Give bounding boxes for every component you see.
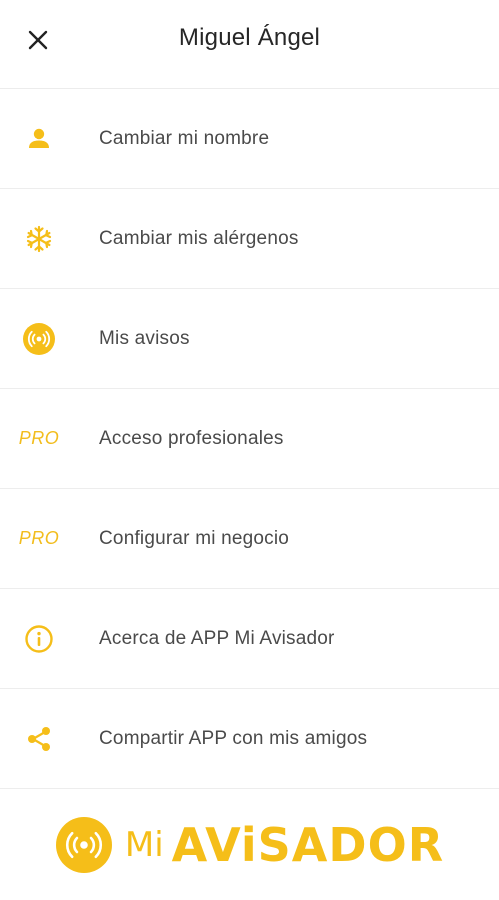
menu-item-share[interactable]: Compartir APP con mis amigos <box>0 689 499 789</box>
broadcast-logo-icon <box>55 817 112 873</box>
person-icon <box>18 119 60 159</box>
menu-item-label: Configurar mi negocio <box>99 527 290 549</box>
menu-item-label: Acerca de APP Mi Avisador <box>99 627 335 649</box>
broadcast-icon <box>18 319 60 359</box>
info-icon <box>18 619 60 659</box>
pro-badge-icon: PRO <box>18 528 60 548</box>
menu-item-configure-business[interactable]: PRO Configurar mi negocio <box>0 489 499 589</box>
menu-item-my-alerts[interactable]: Mis avisos <box>0 289 499 389</box>
menu-item-label: Cambiar mis alérgenos <box>99 227 299 249</box>
brand-logo-area: Mi AViSADOR <box>0 790 499 900</box>
top-bar: Miguel Ángel <box>0 0 499 89</box>
menu-item-change-name[interactable]: Cambiar mi nombre <box>0 89 499 189</box>
logo-name-text: AViSADOR <box>171 818 445 872</box>
pro-badge-icon: PRO <box>18 428 60 448</box>
menu-item-label: Mis avisos <box>99 327 190 349</box>
menu-item-label: Cambiar mi nombre <box>99 127 270 149</box>
menu-item-label: Compartir APP con mis amigos <box>99 727 368 749</box>
menu-list: Cambiar mi nombre Cambiar mis alérgenos <box>0 89 499 789</box>
menu-item-professional-access[interactable]: PRO Acceso profesionales <box>0 389 499 489</box>
logo-mi-text: Mi <box>124 825 164 865</box>
menu-item-about[interactable]: Acerca de APP Mi Avisador <box>0 589 499 689</box>
share-icon <box>18 719 60 759</box>
menu-item-change-allergens[interactable]: Cambiar mis alérgenos <box>0 189 499 289</box>
menu-item-label: Acceso profesionales <box>99 427 284 449</box>
snowflake-icon <box>18 219 60 259</box>
page-title: Miguel Ángel <box>178 24 321 51</box>
brand-logo: Mi AViSADOR <box>55 816 444 874</box>
